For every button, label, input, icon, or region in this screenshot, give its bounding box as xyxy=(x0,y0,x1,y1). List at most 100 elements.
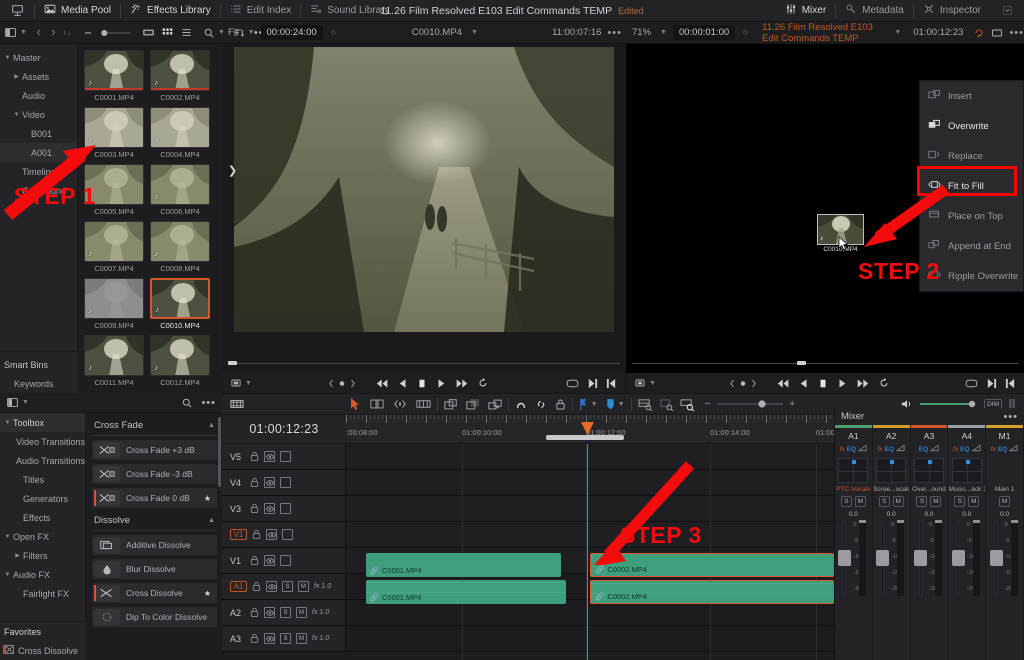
fx-indicator[interactable]: fx xyxy=(877,446,882,453)
dynamics-indicator[interactable] xyxy=(972,444,981,455)
media-pool-clip[interactable]: ♪C0010.MP4 xyxy=(150,278,210,330)
mute-button[interactable]: M xyxy=(968,496,979,507)
solo-icon[interactable]: S xyxy=(282,581,293,592)
viewer-mode-icon[interactable] xyxy=(634,377,646,389)
fader-handle[interactable] xyxy=(838,550,851,566)
skip-end-icon[interactable] xyxy=(455,378,468,389)
context-menu-item-place-on-top[interactable]: Place on Top xyxy=(920,201,1023,231)
fx-category-toolbox[interactable]: ▼Toolbox xyxy=(0,413,85,432)
link-broken-icon[interactable] xyxy=(61,27,73,39)
media-pool-clip[interactable]: ♪C0004.MP4 xyxy=(150,107,210,159)
skip-start-icon[interactable] xyxy=(777,378,790,389)
more-options-icon[interactable]: ••• xyxy=(1003,411,1018,423)
dynamics-indicator[interactable] xyxy=(1009,444,1018,455)
timeline-in-out-range[interactable] xyxy=(546,435,624,440)
media-pool-clip[interactable]: ♪C0002.MP4 xyxy=(150,50,210,102)
play-icon[interactable] xyxy=(837,378,847,389)
smart-bin-item-keywords[interactable]: Keywords xyxy=(0,374,78,393)
fx-category-titles[interactable]: Titles xyxy=(0,470,85,489)
clip-thumbnail[interactable]: ♪ xyxy=(150,278,210,319)
auto-track-icon[interactable] xyxy=(280,503,291,514)
split-view-icon[interactable] xyxy=(4,26,17,39)
clip-thumbnail[interactable]: ♪ xyxy=(150,107,210,148)
fx-group-header-cross-fade[interactable]: Cross Fade▲ xyxy=(92,417,217,436)
mute-button[interactable]: M xyxy=(893,496,904,507)
bin-item-master[interactable]: ▼Master xyxy=(0,48,77,67)
fx-item-dip-to-color-dissolve[interactable]: Dip To Color Dissolve xyxy=(92,607,217,627)
track-header-v1-4[interactable]: V1 xyxy=(222,548,346,573)
clip-thumbnail[interactable]: ♪ xyxy=(150,50,210,91)
mixer-strip-a2[interactable]: A2fxEQScree...ocalsSM0.00-5-10-15-20 xyxy=(873,425,911,660)
context-menu-item-overwrite[interactable]: Overwrite xyxy=(920,111,1023,141)
strip-fader-area[interactable]: 0-5-10-15-20 xyxy=(874,520,908,596)
trim-edit-mode-icon[interactable] xyxy=(370,398,384,410)
source-scrub-handle[interactable] xyxy=(228,361,237,365)
track-header-v1-3[interactable]: V1 xyxy=(222,522,346,547)
dynamic-trim-icon[interactable] xyxy=(393,398,407,410)
lock-icon[interactable] xyxy=(250,451,259,462)
flag-icon[interactable] xyxy=(579,398,588,411)
solo-button[interactable]: S xyxy=(916,496,927,507)
solo-button[interactable]: S xyxy=(841,496,852,507)
play-reverse-icon[interactable] xyxy=(799,378,809,389)
fx-item-cross-fade-3-db[interactable]: Cross Fade +3 dB xyxy=(92,440,217,460)
fader-handle[interactable] xyxy=(876,550,889,566)
bin-item-a001[interactable]: A001 xyxy=(0,143,77,162)
timeline-view-icon[interactable] xyxy=(230,398,244,410)
track-header-a1-5[interactable]: A1SMfx 1.0 xyxy=(222,574,346,599)
fx-item-blur-dissolve[interactable]: Blur Dissolve xyxy=(92,559,217,579)
in-out-icon[interactable] xyxy=(329,378,355,389)
auto-track-icon[interactable] xyxy=(282,529,293,540)
source-zoom-level[interactable]: Fit xyxy=(228,27,239,38)
timeline-clip[interactable]: 🔗C0002.MP4 xyxy=(590,553,834,577)
thumb-small-icon[interactable] xyxy=(82,27,94,39)
effects-list-scrollbar[interactable] xyxy=(218,417,221,487)
chevron-right-icon[interactable]: ▶ xyxy=(13,552,22,559)
favorite-star-icon[interactable]: ★ xyxy=(204,494,211,503)
lock-icon[interactable] xyxy=(250,477,259,488)
fx-item-cross-fade-0-db[interactable]: Cross Fade 0 dB★ xyxy=(92,488,217,508)
favorite-star-icon[interactable]: ★ xyxy=(204,589,211,598)
tab-sound-library[interactable]: Sound Library xyxy=(301,0,398,22)
timeline-name[interactable]: 11.26 Film Resolved E103 Edit Commands T… xyxy=(762,22,885,44)
chevron-down-icon[interactable]: ▼ xyxy=(12,112,21,118)
zoom-detail-icon[interactable] xyxy=(659,398,674,411)
strip-fader-area[interactable]: 0-5-10-15-20 xyxy=(988,520,1022,596)
clip-thumbnail[interactable]: ♪ xyxy=(84,278,144,319)
clip-thumbnail[interactable]: ♪ xyxy=(150,335,210,376)
snapping-magnet-icon[interactable] xyxy=(515,398,527,411)
zoom-fit-icon[interactable] xyxy=(638,398,653,411)
fx-category-open-fx[interactable]: ▼Open FX xyxy=(0,527,85,546)
eye-icon[interactable] xyxy=(264,451,275,462)
chevron-down-icon[interactable]: ▼ xyxy=(3,55,12,61)
fx-category-fairlight-fx[interactable]: Fairlight FX xyxy=(0,584,85,603)
eye-icon[interactable] xyxy=(266,581,277,592)
home-icon[interactable] xyxy=(0,0,34,22)
media-pool-clip[interactable]: ♪C0003.MP4 xyxy=(84,107,144,159)
media-pool-clip[interactable]: ♪C0009.MP4 xyxy=(84,278,144,330)
strip-fader-area[interactable]: 0-5-10-15-20 xyxy=(836,520,870,596)
more-options-icon[interactable]: ••• xyxy=(201,397,216,409)
source-viewer[interactable]: ❯ xyxy=(222,44,626,373)
chevron-down-icon[interactable]: ▼ xyxy=(649,380,656,387)
track-header-v3-2[interactable]: V3 xyxy=(222,496,346,521)
mixer-strip-m1[interactable]: M1fxEQMain 1M0.00-5-10-15-20 xyxy=(986,425,1024,660)
chevron-down-icon[interactable]: ▼ xyxy=(3,420,12,426)
eye-icon[interactable] xyxy=(264,555,275,566)
context-menu-item-append-at-end[interactable]: Append at End xyxy=(920,231,1023,261)
mute-icon[interactable]: M xyxy=(298,581,309,592)
overwrite-clip-icon[interactable] xyxy=(466,398,480,411)
fx-indicator[interactable]: fx xyxy=(953,446,958,453)
fx-category-video-transitions[interactable]: Video Transitions xyxy=(0,432,85,451)
fader-handle[interactable] xyxy=(990,550,1003,566)
track-lane[interactable] xyxy=(346,444,834,469)
track-lane[interactable] xyxy=(346,626,834,651)
list-view-icon[interactable] xyxy=(180,26,193,39)
dynamics-indicator[interactable] xyxy=(930,444,939,455)
chevron-right-icon[interactable] xyxy=(46,27,57,38)
chevron-down-icon[interactable]: ▼ xyxy=(3,572,12,578)
place-on-top-icon[interactable] xyxy=(488,398,502,411)
lock-icon[interactable] xyxy=(252,529,261,540)
tab-mixer[interactable]: Mixer xyxy=(776,0,835,22)
fx-category-audio-fx[interactable]: ▼Audio FX xyxy=(0,565,85,584)
